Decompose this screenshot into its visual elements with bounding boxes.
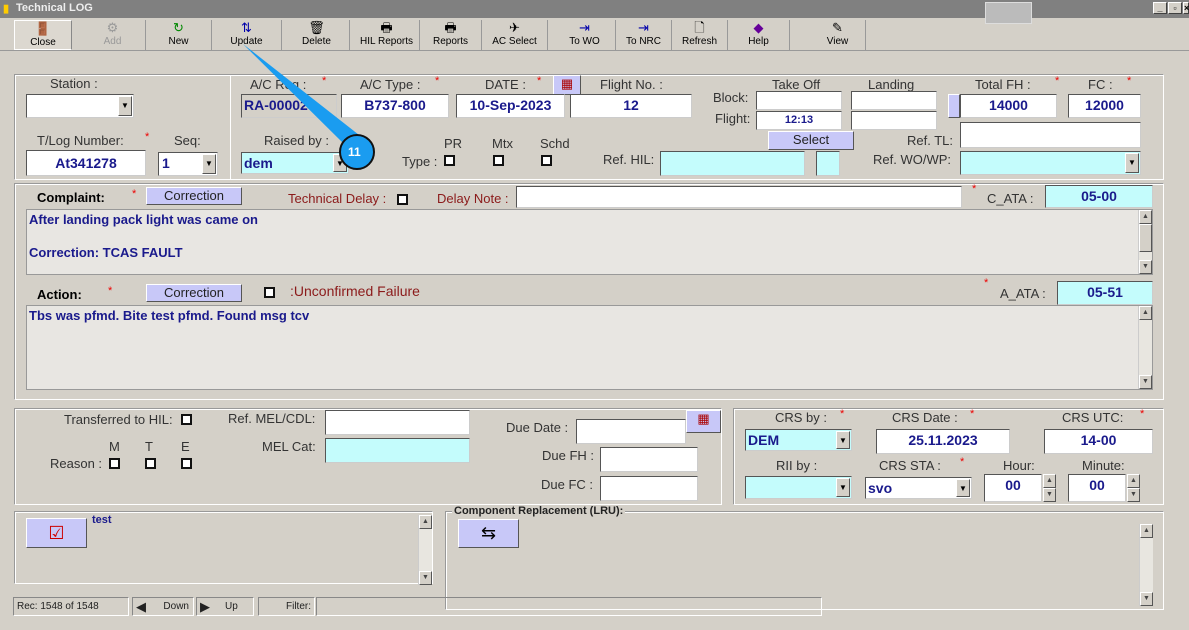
annotation-callout <box>243 44 375 170</box>
annotation-number: 11 <box>348 145 361 159</box>
callout-pointer <box>243 44 368 142</box>
